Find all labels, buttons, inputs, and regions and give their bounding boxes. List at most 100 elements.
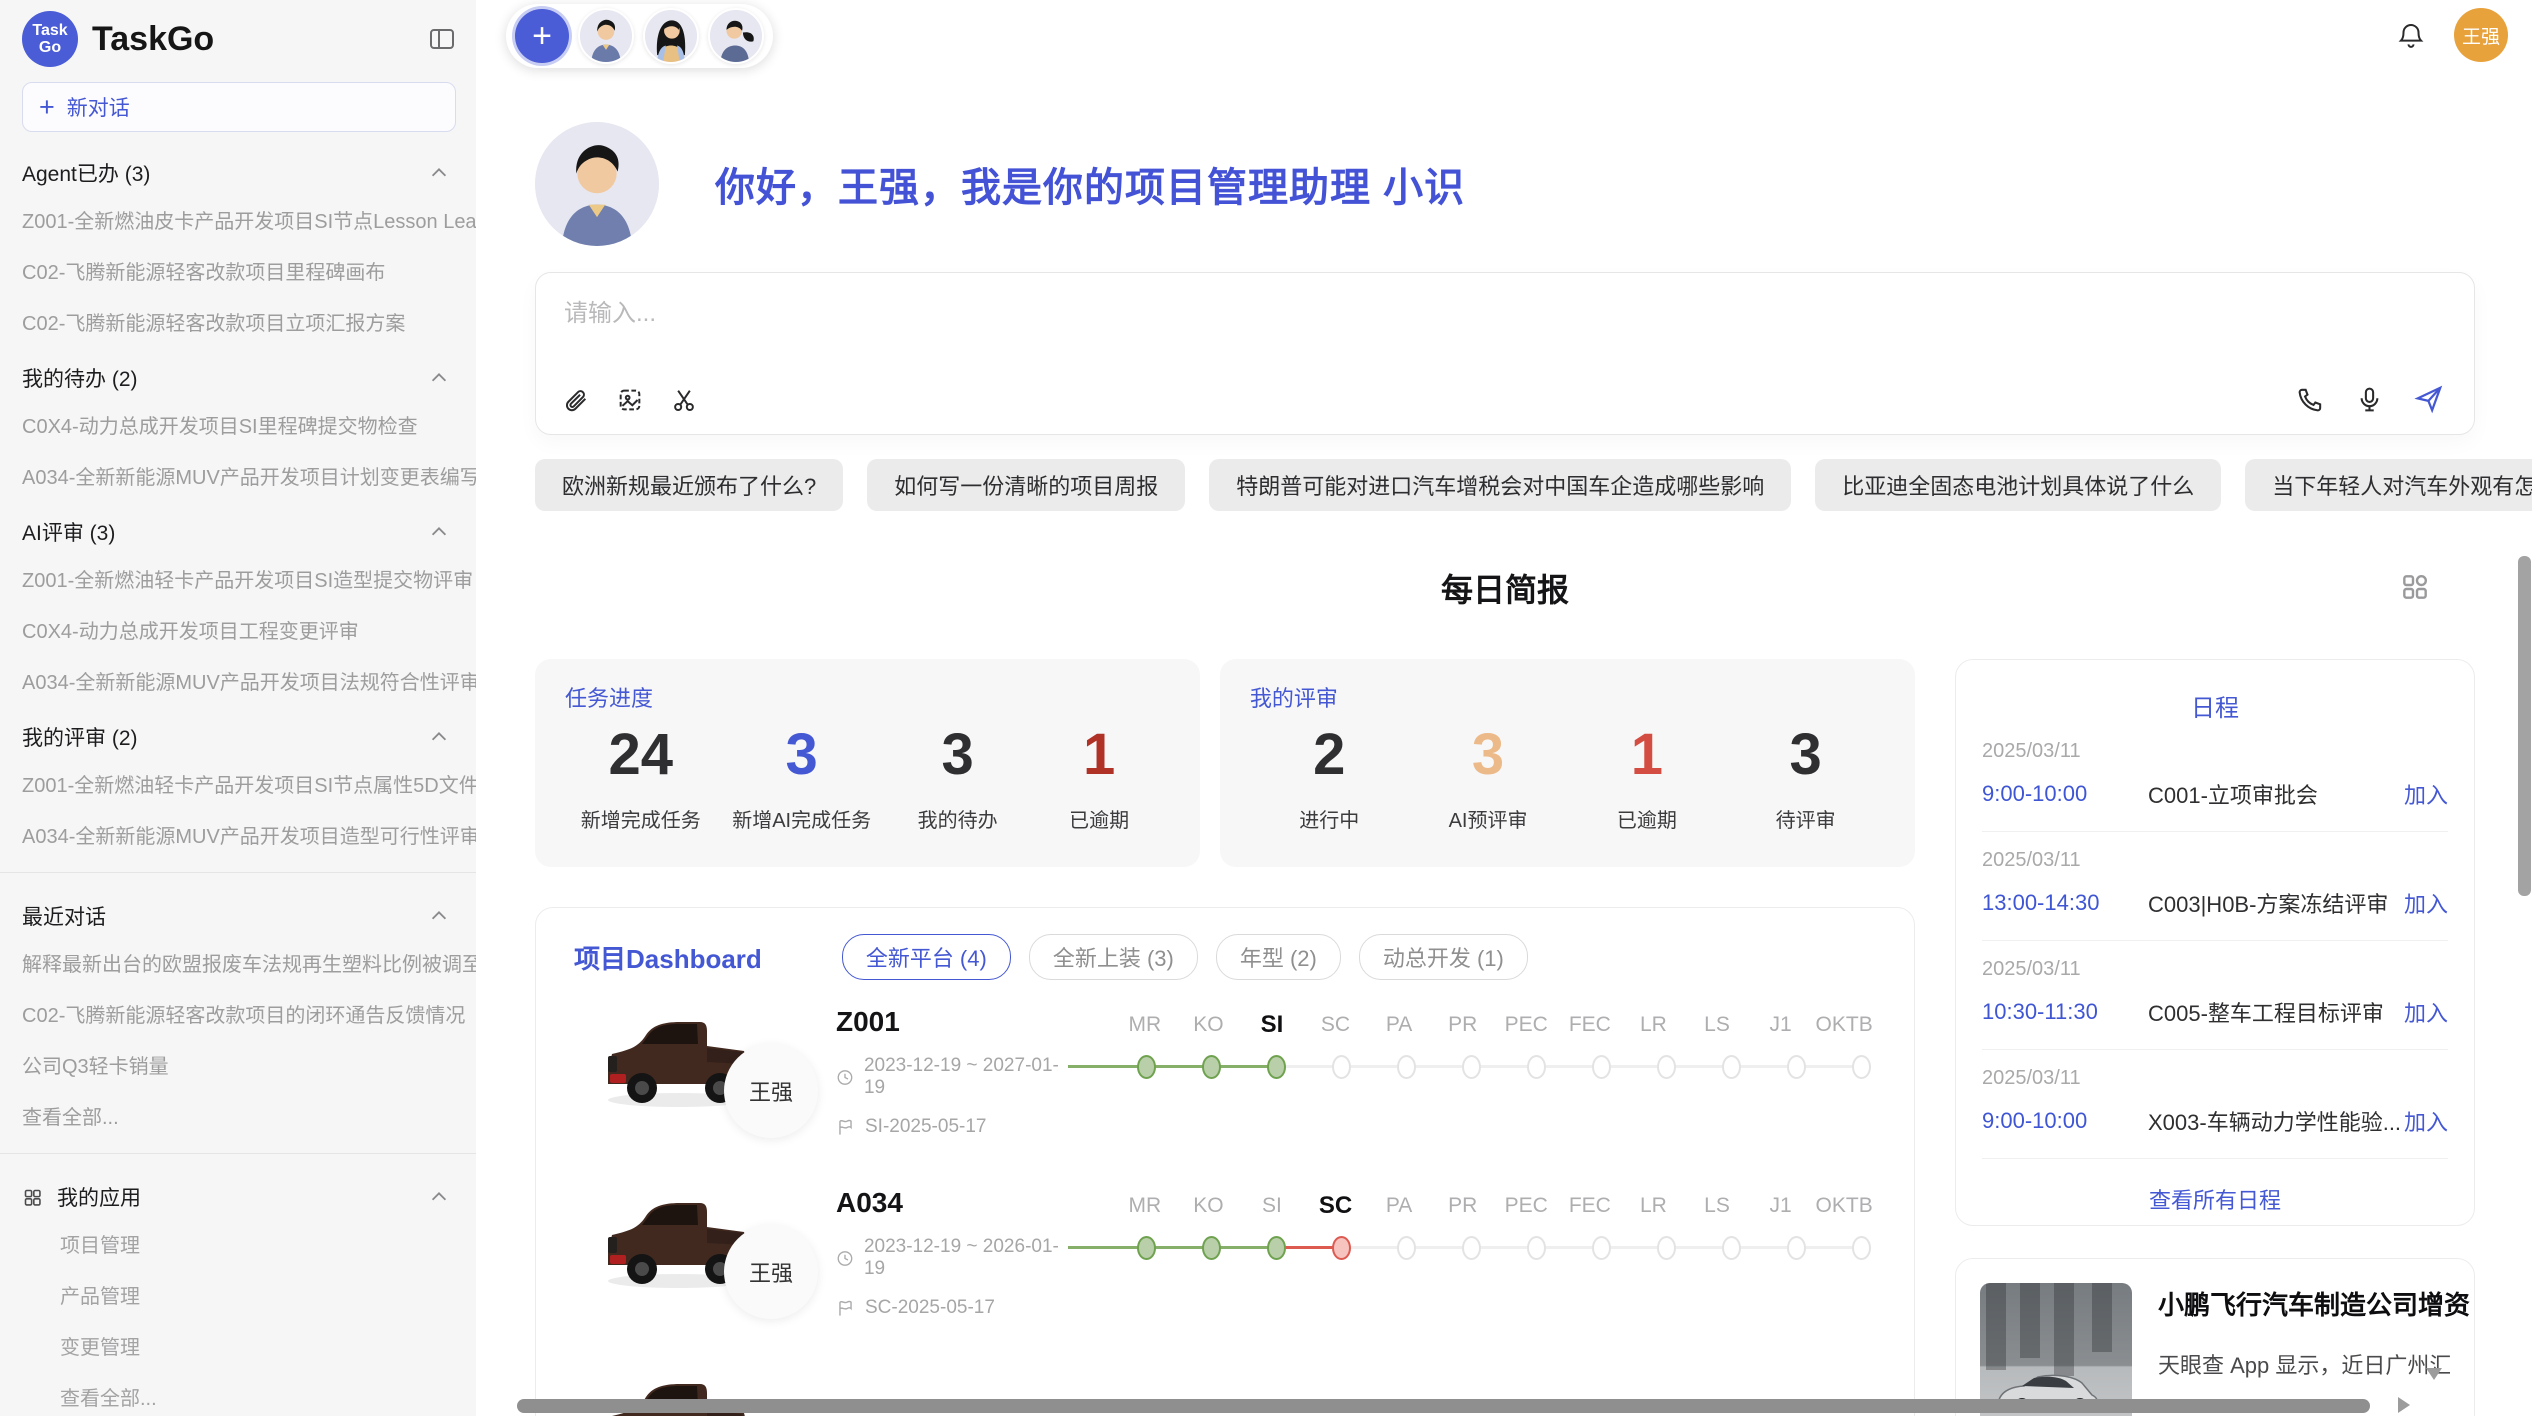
new-chat-button[interactable]: + 新对话: [22, 82, 456, 132]
join-meeting-link[interactable]: 加入: [2404, 778, 2448, 810]
dashboard-filter-pill[interactable]: 全新平台 (4): [842, 934, 1011, 980]
send-icon[interactable]: [2414, 384, 2444, 414]
sidebar-section-header[interactable]: AI评审 (3): [0, 501, 476, 553]
milestone-dot-PA[interactable]: [1397, 1055, 1416, 1079]
daily-brief-header: 每日简报: [535, 567, 2475, 609]
milestone-dot-SC[interactable]: [1332, 1236, 1351, 1260]
my-apps-header[interactable]: 我的应用: [0, 1166, 476, 1218]
suggestion-chip[interactable]: 当下年轻人对汽车外观有怎样的喜好趋势: [2245, 459, 2532, 511]
vertical-scrollbar-thumb[interactable]: [2518, 556, 2531, 896]
dashboard-filter-pill[interactable]: 全新上装 (3): [1029, 934, 1198, 980]
recent-chat-item[interactable]: 解释最新出台的欧盟报废车法规再生塑料比例被调至15%...: [0, 937, 476, 988]
flag-icon: [836, 1299, 855, 1318]
view-all-schedule-link[interactable]: 查看所有日程: [1982, 1183, 2448, 1215]
milestone-dot-PEC[interactable]: [1527, 1055, 1546, 1079]
sidebar-task-item[interactable]: C0X4-动力总成开发项目SI里程碑提交物检查: [0, 399, 476, 450]
notification-bell-icon[interactable]: [2396, 20, 2426, 50]
image-upload-icon[interactable]: [616, 386, 644, 414]
milestone-dot-SI[interactable]: [1267, 1055, 1286, 1079]
milestone-dot-MR[interactable]: [1137, 1055, 1156, 1079]
sidebar-section-header[interactable]: 我的待办 (2): [0, 347, 476, 399]
news-card[interactable]: 小鹏飞行汽车制造公司增资 天眼查 App 显示，近日广州汇天飞行汽: [1955, 1258, 2475, 1416]
chevron-up-icon[interactable]: [428, 521, 450, 543]
user-avatar[interactable]: 王强: [2454, 8, 2508, 62]
add-agent-button[interactable]: +: [515, 9, 569, 63]
sidebar-task-item[interactable]: C02-飞腾新能源轻客改款项目立项汇报方案: [0, 296, 476, 347]
project-flag-date: SC-2025-05-17: [836, 1297, 1068, 1319]
agent-avatar-2[interactable]: [643, 8, 699, 64]
join-meeting-link[interactable]: 加入: [2404, 996, 2448, 1028]
milestone-dot-PEC[interactable]: [1527, 1236, 1546, 1260]
schedule-item[interactable]: 2025/03/119:00-10:00X003-车辆动力学性能验...加入: [1982, 1050, 2448, 1159]
app-sub-item[interactable]: 产品管理: [0, 1269, 476, 1320]
recent-chat-item[interactable]: 公司Q3轻卡销量: [0, 1039, 476, 1090]
schedule-item[interactable]: 2025/03/1113:00-14:30C003|H0B-方案冻结评审加入: [1982, 832, 2448, 941]
sidebar-task-item[interactable]: C02-飞腾新能源轻客改款项目里程碑画布: [0, 245, 476, 296]
recent-chat-item[interactable]: C02-飞腾新能源轻客改款项目的闭环通告反馈情况: [0, 988, 476, 1039]
milestone-dot-PR[interactable]: [1462, 1055, 1481, 1079]
horizontal-scrollbar-thumb[interactable]: [517, 1399, 2370, 1413]
chevron-up-icon[interactable]: [428, 905, 450, 927]
project-row[interactable]: 王强A0342023-12-19 ~ 2026-01-19SC-2025-05-…: [574, 1185, 1876, 1342]
dashboard-filter-pill[interactable]: 年型 (2): [1216, 934, 1341, 980]
schedule-item[interactable]: 2025/03/119:00-10:00C001-立项审批会加入: [1982, 723, 2448, 832]
agent-avatar-3[interactable]: [708, 8, 764, 64]
milestone-dot-KO[interactable]: [1202, 1236, 1221, 1260]
milestone-dot-MR[interactable]: [1137, 1236, 1156, 1260]
join-meeting-link[interactable]: 加入: [2404, 1105, 2448, 1137]
app-sub-item[interactable]: 项目管理: [0, 1218, 476, 1269]
milestone-dot-SI[interactable]: [1267, 1236, 1286, 1260]
agent-avatar-1[interactable]: [578, 8, 634, 64]
recent-view-all-link[interactable]: 查看全部...: [0, 1090, 476, 1141]
schedule-item[interactable]: 2025/03/1110:30-11:30C005-整车工程目标评审加入: [1982, 941, 2448, 1050]
milestone-dot-KO[interactable]: [1202, 1055, 1221, 1079]
dashboard-filter-pill[interactable]: 动总开发 (1): [1359, 934, 1528, 980]
voice-call-icon[interactable]: [2296, 385, 2325, 414]
milestone-dot-PR[interactable]: [1462, 1236, 1481, 1260]
milestone-dot-OKTB[interactable]: [1852, 1236, 1871, 1260]
sidebar-section-header[interactable]: 我的评审 (2): [0, 706, 476, 758]
chat-input[interactable]: [562, 299, 1966, 329]
suggestion-chip[interactable]: 如何写一份清晰的项目周报: [867, 459, 1185, 511]
milestone-dot-LS[interactable]: [1722, 1236, 1741, 1260]
scroll-down-arrow[interactable]: [2426, 1368, 2442, 1380]
app-sub-item[interactable]: 变更管理: [0, 1320, 476, 1371]
project-row[interactable]: 王强Z0012023-12-19 ~ 2027-01-19SI-2025-05-…: [574, 1004, 1876, 1161]
milestone-dot-LS[interactable]: [1722, 1055, 1741, 1079]
chevron-up-icon[interactable]: [428, 367, 450, 389]
join-meeting-link[interactable]: 加入: [2404, 887, 2448, 919]
milestone-dot-OKTB[interactable]: [1852, 1055, 1871, 1079]
sidebar-collapse-icon[interactable]: [428, 25, 456, 53]
sidebar-task-item[interactable]: Z001-全新燃油皮卡产品开发项目SI节点Lesson Learn报告: [0, 194, 476, 245]
milestone-dot-FEC[interactable]: [1592, 1236, 1611, 1260]
sidebar-task-item[interactable]: A034-全新新能源MUV产品开发项目造型可行性评审: [0, 809, 476, 860]
flag-icon: [836, 1118, 855, 1137]
milestone-dot-J1[interactable]: [1787, 1236, 1806, 1260]
chevron-up-icon[interactable]: [428, 162, 450, 184]
app-sub-item[interactable]: 查看全部...: [0, 1371, 476, 1416]
milestone-label-J1: J1: [1749, 1191, 1813, 1221]
milestone-dot-FEC[interactable]: [1592, 1055, 1611, 1079]
attachment-icon[interactable]: [562, 386, 590, 414]
recent-chats-header[interactable]: 最近对话: [0, 885, 476, 937]
scroll-right-arrow[interactable]: [2398, 1397, 2410, 1413]
sidebar-section-header[interactable]: Agent已办 (3): [0, 142, 476, 194]
suggestion-chip[interactable]: 特朗普可能对进口汽车增税会对中国车企造成哪些影响: [1209, 459, 1791, 511]
milestone-dot-LR[interactable]: [1657, 1236, 1676, 1260]
sidebar-task-item[interactable]: A034-全新新能源MUV产品开发项目法规符合性评审: [0, 655, 476, 706]
sidebar-task-item[interactable]: Z001-全新燃油轻卡产品开发项目SI节点属性5D文件评审: [0, 758, 476, 809]
milestone-dot-LR[interactable]: [1657, 1055, 1676, 1079]
sidebar-task-item[interactable]: A034-全新新能源MUV产品开发项目计划变更表编写: [0, 450, 476, 501]
suggestion-chip[interactable]: 比亚迪全固态电池计划具体说了什么: [1815, 459, 2221, 511]
chevron-up-icon[interactable]: [428, 1186, 450, 1208]
milestone-dot-SC[interactable]: [1332, 1055, 1351, 1079]
layout-grid-icon[interactable]: [2399, 571, 2431, 608]
sidebar-task-item[interactable]: Z001-全新燃油轻卡产品开发项目SI造型提交物评审: [0, 553, 476, 604]
sidebar-task-item[interactable]: C0X4-动力总成开发项目工程变更评审: [0, 604, 476, 655]
scissors-icon[interactable]: [670, 386, 698, 414]
microphone-icon[interactable]: [2355, 385, 2384, 414]
suggestion-chip[interactable]: 欧洲新规最近颁布了什么?: [535, 459, 843, 511]
milestone-dot-J1[interactable]: [1787, 1055, 1806, 1079]
chevron-up-icon[interactable]: [428, 726, 450, 748]
milestone-dot-PA[interactable]: [1397, 1236, 1416, 1260]
